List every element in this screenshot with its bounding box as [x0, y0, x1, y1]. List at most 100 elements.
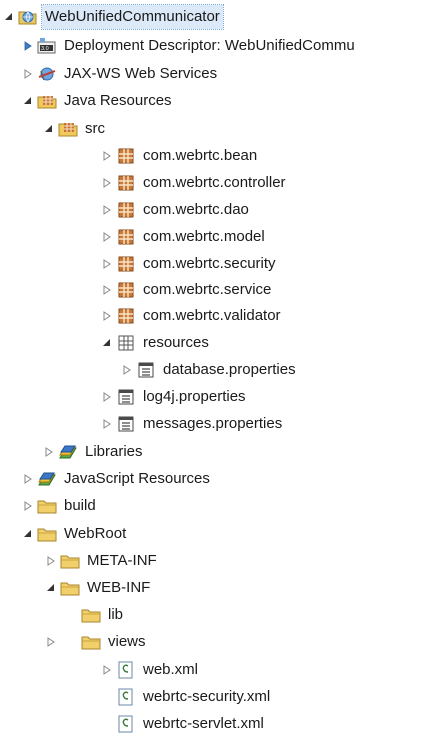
tree-item-javascript-resources[interactable]: JavaScript Resources: [0, 467, 442, 491]
tree-item-webroot[interactable]: WebRoot: [0, 522, 442, 546]
tree-item-label: build: [64, 497, 96, 514]
tree-item-label: messages.properties: [143, 415, 283, 432]
package-icon: [116, 307, 136, 325]
tree-item-com-webrtc-dao[interactable]: com.webrtc.dao: [0, 198, 442, 222]
tree-item-label: com.webrtc.dao: [143, 201, 249, 218]
tree-item-label: database.properties: [163, 361, 296, 378]
collapsed-arrow-icon[interactable]: [101, 417, 113, 431]
collapsed-arrow-icon[interactable]: [43, 445, 55, 459]
tree-item-resources[interactable]: resources: [0, 331, 442, 355]
tree-item-database-properties[interactable]: database.properties: [0, 358, 442, 382]
xml-file-icon: [116, 688, 136, 706]
libraries-icon: [58, 443, 78, 461]
tree-item-label: log4j.properties: [143, 388, 246, 405]
tree-item-label: com.webrtc.validator: [143, 307, 281, 324]
package-icon: [116, 281, 136, 299]
tree-item-libraries[interactable]: Libraries: [0, 440, 442, 464]
collapsed-arrow-icon[interactable]: [101, 309, 113, 323]
expanded-arrow-icon[interactable]: [45, 581, 57, 595]
tree-item-webunifiedcommunicator[interactable]: WebUnifiedCommunicator: [0, 4, 442, 30]
tree-item-views[interactable]: views: [0, 630, 442, 654]
properties-file-icon: [116, 388, 136, 406]
collapsed-arrow-icon[interactable]: [101, 203, 113, 217]
collapsed-arrow-icon[interactable]: [22, 499, 34, 513]
tree-item-web-inf[interactable]: WEB-INF: [0, 576, 442, 600]
tree-item-messages-properties[interactable]: messages.properties: [0, 412, 442, 436]
folder-icon: [60, 552, 80, 570]
tree-item-label: com.webrtc.controller: [143, 174, 286, 191]
collapsed-arrow-icon[interactable]: [45, 635, 57, 649]
folder-icon: [37, 525, 57, 543]
tree-item-log4j-properties[interactable]: log4j.properties: [0, 385, 442, 409]
deployment-descriptor-icon: 3.0: [37, 37, 57, 55]
xml-file-icon: [116, 661, 136, 679]
expanded-arrow-icon[interactable]: [3, 10, 15, 24]
project-explorer-tree: WebUnifiedCommunicator 3.0 Deployment Desc…: [0, 0, 442, 736]
tree-item-label: WEB-INF: [87, 579, 151, 596]
collapsed-arrow-icon[interactable]: [101, 230, 113, 244]
collapsed-arrow-icon[interactable]: [45, 554, 57, 568]
collapsed-arrow-icon[interactable]: [101, 390, 113, 404]
folder-icon: [37, 497, 57, 515]
collapsed-arrow-icon[interactable]: [101, 283, 113, 297]
package-icon: [116, 228, 136, 246]
tree-item-lib[interactable]: lib: [0, 603, 442, 627]
tree-item-build[interactable]: build: [0, 494, 442, 518]
tree-item-com-webrtc-security[interactable]: com.webrtc.security: [0, 252, 442, 276]
tree-item-label: Deployment Descriptor: WebUnifiedCommu: [64, 37, 355, 54]
tree-item-com-webrtc-bean[interactable]: com.webrtc.bean: [0, 144, 442, 168]
expanded-arrow-icon[interactable]: [101, 336, 113, 350]
package-icon: [116, 147, 136, 165]
tree-item-com-webrtc-model[interactable]: com.webrtc.model: [0, 225, 442, 249]
tree-item-label: webrtc-servlet.xml: [143, 715, 264, 732]
web-project-icon: [18, 8, 38, 26]
tree-item-label: resources: [143, 334, 209, 351]
properties-file-icon: [116, 415, 136, 433]
collapsed-arrow-icon[interactable]: [101, 663, 113, 677]
tree-item-src[interactable]: src: [0, 117, 442, 141]
tree-item-label: com.webrtc.bean: [143, 147, 258, 164]
tree-item-label: src: [85, 120, 105, 137]
tree-item-webrtc-servlet-xml[interactable]: webrtc-servlet.xml: [0, 712, 442, 736]
tree-item-label: META-INF: [87, 552, 157, 569]
tree-item-label: JavaScript Resources: [64, 470, 210, 487]
tree-item-label: com.webrtc.service: [143, 281, 272, 298]
tree-item-label: views: [108, 633, 146, 650]
properties-file-icon: [136, 361, 156, 379]
collapsed-arrow-icon[interactable]: [22, 67, 34, 81]
tree-item-com-webrtc-validator[interactable]: com.webrtc.validator: [0, 304, 442, 328]
expanded-arrow-icon[interactable]: [43, 122, 55, 136]
package-icon: [116, 201, 136, 219]
collapsed-arrow-icon[interactable]: [101, 176, 113, 190]
tree-item-label: com.webrtc.model: [143, 228, 265, 245]
tree-item-webrtc-security-xml[interactable]: webrtc-security.xml: [0, 685, 442, 709]
expanded-arrow-icon[interactable]: [22, 527, 34, 541]
tree-item-com-webrtc-service[interactable]: com.webrtc.service: [0, 278, 442, 302]
tree-item-label: Java Resources: [64, 92, 172, 109]
collapsed-arrow-icon[interactable]: [22, 472, 34, 486]
tree-item-label: Libraries: [85, 443, 143, 460]
collapsed-arrow-icon[interactable]: [101, 257, 113, 271]
java-resources-icon: [37, 92, 57, 110]
tree-item-com-webrtc-controller[interactable]: com.webrtc.controller: [0, 171, 442, 195]
collapsed-arrow-icon[interactable]: [121, 363, 133, 377]
package-icon: [116, 174, 136, 192]
expanded-arrow-icon[interactable]: [22, 94, 34, 108]
resource-package-icon: [116, 334, 136, 352]
tree-item-deployment-descriptor-webunifiedcommu[interactable]: 3.0 Deployment Descriptor: WebUnifiedComm…: [0, 34, 442, 58]
source-folder-icon: [58, 120, 78, 138]
tree-item-label: JAX-WS Web Services: [64, 65, 218, 82]
tree-item-jax-ws-web-services[interactable]: JAX-WS Web Services: [0, 62, 442, 86]
collapsed-arrow-icon[interactable]: [22, 39, 34, 53]
tree-item-web-xml[interactable]: web.xml: [0, 658, 442, 682]
tree-item-label: web.xml: [143, 661, 199, 678]
tree-item-meta-inf[interactable]: META-INF: [0, 549, 442, 573]
tree-item-java-resources[interactable]: Java Resources: [0, 89, 442, 113]
tree-item-label: lib: [108, 606, 124, 623]
tree-item-label: WebRoot: [64, 525, 127, 542]
web-services-icon: [37, 65, 57, 83]
xml-file-icon: [116, 715, 136, 733]
package-icon: [116, 255, 136, 273]
collapsed-arrow-icon[interactable]: [101, 149, 113, 163]
folder-icon: [60, 579, 80, 597]
